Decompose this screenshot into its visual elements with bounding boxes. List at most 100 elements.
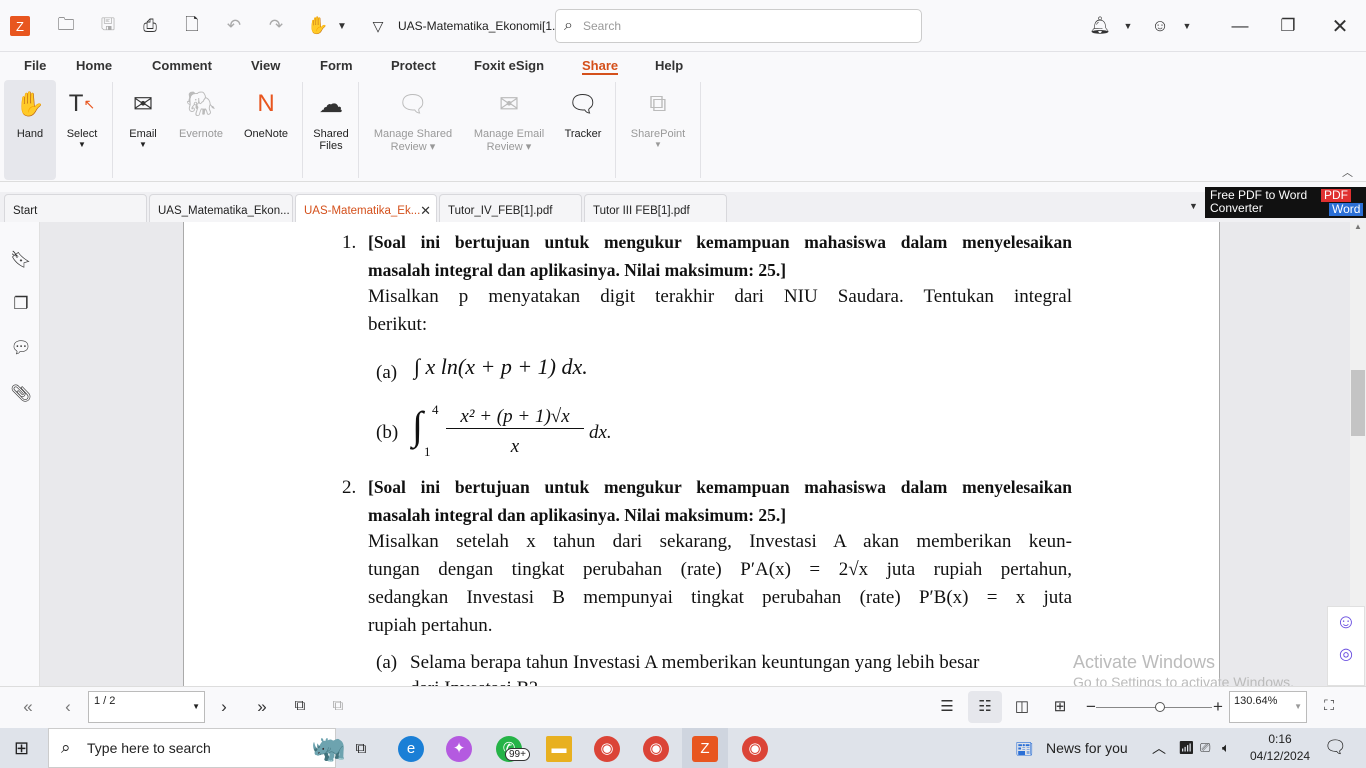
hand-tool-icon[interactable]: ✋ [306,14,330,38]
ai-chat-icon[interactable]: ◎ [1328,644,1364,664]
zoom-in-icon[interactable]: + [1206,697,1230,717]
file-explorer-icon[interactable]: ▬ [546,736,572,762]
save-icon[interactable]: 🖫 [96,14,120,38]
copilot-icon[interactable]: ✦ [446,736,472,762]
select-text-icon: T ↖ [68,90,96,117]
pdf-to-word-ad[interactable]: Free PDF to Word Converter PDF Word [1205,187,1366,218]
chrome-profile-2-icon[interactable]: ◉ [742,736,768,762]
zoom-slider[interactable] [1096,707,1212,708]
question-2-text: rupiah pertahun. [368,615,493,636]
news-icon[interactable]: 📰︎ [1015,740,1034,758]
question-2-text: Misalkan setelah x tahun dari sekarang, … [368,531,1072,552]
document-properties-icon[interactable]: 🗋 [180,14,204,38]
chevron-down-icon[interactable]: ▼ [1116,14,1140,38]
bell-icon[interactable]: 🔔︎ [1088,14,1112,38]
select-button[interactable]: T ↖ Select ▼ [58,80,106,180]
zoom-input[interactable]: 130.64% ▼ [1229,691,1307,723]
date: 04/12/2024 [1250,749,1311,763]
ad-word-badge: Word [1329,203,1364,216]
question-2-text: tungan dengan tingkat perubahan (rate) P… [368,559,1072,580]
tab-uas-matematika-active[interactable]: UAS-Matematika_Ek... ✕ [295,194,437,222]
email-button[interactable]: ✉ Email ▼ [120,80,166,180]
network-icon[interactable]: 📶︎ [1178,740,1195,756]
tracker-button[interactable]: 🗨︎ Tracker [558,80,608,180]
print-icon[interactable]: ⎙ [138,14,162,38]
left-sidebar: 🔖︎ ❐ 💬︎ 📎︎ ▶ [0,222,49,686]
menu-share[interactable]: Share [582,58,619,75]
task-view-icon[interactable]: ⧉ [348,736,374,762]
chevron-down-icon[interactable]: ▼ [330,14,354,38]
bookmark-icon[interactable]: 🔖︎ [10,250,32,272]
item-label: (a) [376,362,398,383]
chrome-profile-icon[interactable]: ◉ [643,736,669,762]
tab-list-dropdown-icon[interactable]: ▼ [1189,201,1198,211]
chevron-down-icon[interactable]: ▼ [1175,14,1199,38]
close-tab-icon[interactable]: ✕ [420,203,431,219]
volume-icon[interactable]: 🔈︎ [1222,740,1230,756]
tab-uas-matematika-1[interactable]: UAS_Matematika_Ekon... [149,194,293,222]
tab-tutor-iii[interactable]: Tutor III FEB[1].pdf [584,194,727,222]
meet-now-icon[interactable]: ⎚ [1200,740,1210,756]
onenote-button[interactable]: N OneNote [238,80,294,180]
redo-icon[interactable]: ↷ [264,14,288,38]
search-highlight-image: 🦏 [311,732,346,763]
news-label[interactable]: News for you [1046,740,1128,756]
tab-start[interactable]: Start [4,194,147,222]
edge-icon[interactable]: e [398,736,424,762]
page-number-input[interactable]: 1 / 2 ▼ [88,691,205,723]
zoom-slider-thumb[interactable] [1154,702,1165,712]
customize-dropdown-icon[interactable]: ▽ [366,14,390,38]
facing-pages-icon[interactable]: ◫ [1010,697,1034,715]
extract-page-icon[interactable]: ⧉ [326,697,350,714]
menu-protect[interactable]: Protect [391,58,436,73]
menu-file[interactable]: File [24,58,46,73]
menu-help[interactable]: Help [655,58,683,73]
ai-assistant-icon[interactable]: ☺ [1328,611,1364,634]
menu-foxit-esign[interactable]: Foxit eSign [474,58,544,73]
taskbar-search-input[interactable]: ⌕ Type here to search 🦏 [48,728,346,768]
last-page-icon[interactable]: » [250,697,274,717]
hand-icon: ✋ [15,90,45,118]
comments-icon[interactable]: 💬︎ [10,338,32,360]
windows-start-icon[interactable]: ⊞ [14,738,29,759]
menu-comment[interactable]: Comment [152,58,212,73]
attachment-icon[interactable]: 📎︎ [10,384,32,406]
show-hidden-icons[interactable]: ︿ [1152,738,1166,758]
continuous-page-icon[interactable]: ☷ [968,691,1002,723]
restore-button[interactable]: ❐ [1276,14,1300,38]
sharepoint-icon: ⧉ [649,90,667,117]
notifications-icon[interactable]: 🗨︎ [1324,737,1347,758]
next-page-icon[interactable]: › [212,697,236,717]
close-button[interactable]: ✕ [1328,14,1352,38]
scrollbar-thumb[interactable] [1351,370,1365,436]
menu-form[interactable]: Form [320,58,353,73]
menu-view[interactable]: View [251,58,280,73]
pages-icon[interactable]: ❐ [10,294,32,316]
question-2a-text: Selama berapa tahun Investasi A memberik… [410,652,980,673]
continuous-facing-icon[interactable]: ⊞ [1048,697,1072,715]
account-icon[interactable]: ☺ [1148,14,1172,38]
hand-button[interactable]: ✋ Hand [4,80,56,180]
foxit-taskbar-button[interactable]: Z [682,728,728,768]
minimize-button[interactable]: — [1228,14,1252,38]
undo-icon[interactable]: ↶ [222,14,246,38]
manage-shared-review-button[interactable]: 🗨︎ Manage Shared Review ▾ [366,80,460,180]
shared-files-button[interactable]: ☁ Shared Files [308,80,354,180]
collapse-ribbon-icon[interactable]: ︿ [1342,164,1353,180]
clock[interactable]: 0:16 04/12/2024 [1250,731,1310,765]
manage-email-review-button[interactable]: ✉ Manage Email Review ▾ [468,80,550,180]
previous-page-icon[interactable]: ‹ [56,697,80,717]
fullscreen-icon[interactable]: ⛶ [1317,697,1341,714]
tab-label: UAS-Matematika_Ek... [304,205,421,217]
first-page-icon[interactable]: « [16,697,40,717]
rotate-view-icon[interactable]: ⧉ [288,697,312,714]
tab-tutor-iv[interactable]: Tutor_IV_FEB[1].pdf [439,194,582,222]
search-input[interactable]: ⌕ Search [555,9,922,43]
evernote-button[interactable]: 🐘︎ Evernote [174,80,228,180]
windows-taskbar: ⊞ ⌕Type here to search🦏 ⧉ e ✦ ✆ 99+ ▬ ◉ … [0,728,1366,768]
open-folder-icon[interactable]: 🗀 [54,14,78,38]
menu-home[interactable]: Home [76,58,112,73]
chrome-icon[interactable]: ◉ [594,736,620,762]
single-page-icon[interactable]: ☰ [935,697,959,715]
sharepoint-button[interactable]: ⧉ SharePoint ▼ [624,80,692,180]
